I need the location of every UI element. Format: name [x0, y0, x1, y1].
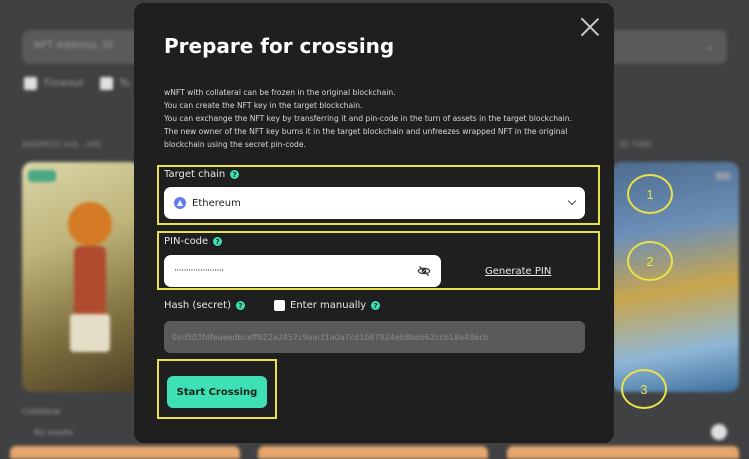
nft-card-image-left — [22, 162, 140, 392]
help-icon[interactable]: ? — [371, 301, 381, 310]
card-action-bar — [10, 446, 240, 459]
toggle-icon — [711, 424, 727, 440]
enter-manually-checkbox[interactable] — [274, 300, 286, 311]
hash-secret-value: 0xd503fdfeaeedbceff822a2457c9aacf1a0a7cd… — [172, 332, 489, 342]
hash-label-row: Hash (secret) ? Enter manually ? — [164, 300, 381, 311]
chevron-down-icon: ⌄ — [704, 39, 715, 53]
annotation-number: 1 — [627, 174, 673, 214]
modal-description: wNFT with collateral can be frozen in th… — [164, 88, 573, 149]
close-icon[interactable] — [580, 17, 600, 37]
card-action-bar — [507, 446, 739, 459]
card-collateral-value: No assets — [34, 428, 73, 437]
hash-label: Hash (secret) — [164, 300, 232, 311]
checkbox-icon — [24, 76, 37, 90]
hash-secret-input[interactable]: 0xd503fdfeaeedbceff822a2457c9aacf1a0a7cd… — [164, 321, 585, 353]
highlight-box-pin-code — [157, 231, 600, 290]
help-icon[interactable]: ? — [236, 301, 246, 310]
card-address-meta: ADDRESS 0x6...285 — [22, 140, 101, 149]
search-placeholder: NFT Address, ID — [34, 40, 114, 51]
filter-to: To — [100, 76, 130, 90]
enter-manually-label: Enter manually — [290, 300, 367, 311]
card-action-bar — [258, 446, 488, 459]
annotation-number: 3 — [621, 369, 667, 409]
modal-title: Prepare for crossing — [164, 34, 395, 58]
checkbox-icon — [100, 76, 113, 90]
more-icon — [715, 172, 731, 180]
annotation-number: 2 — [627, 241, 673, 281]
card-collateral-label: Collateral — [22, 407, 61, 416]
highlight-box-start-button — [157, 359, 277, 419]
card-id-meta: ID 7085 — [620, 140, 652, 149]
filter-timeout: Timeout — [24, 76, 84, 90]
pumpkin-character-image — [58, 202, 118, 352]
highlight-box-target-chain — [157, 165, 600, 225]
badge — [28, 170, 56, 182]
